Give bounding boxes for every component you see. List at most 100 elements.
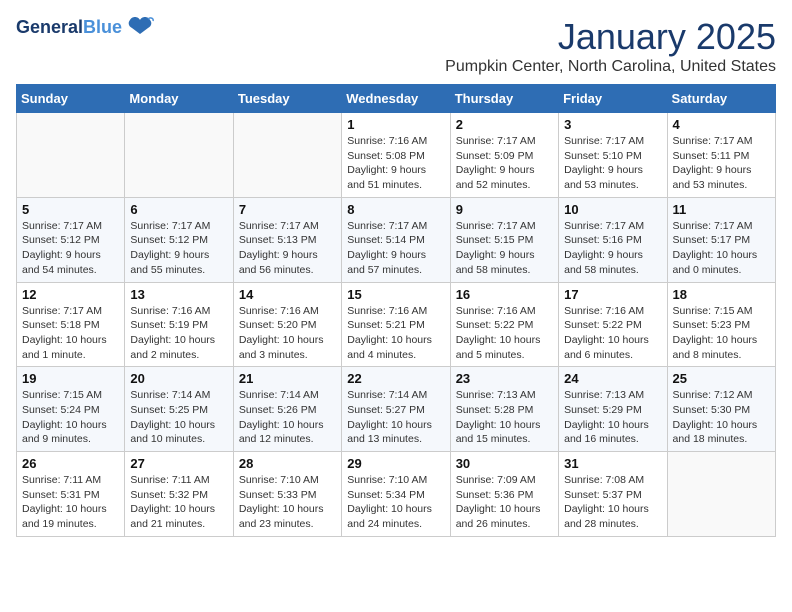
day-number: 19	[22, 371, 119, 386]
day-number: 1	[347, 117, 444, 132]
calendar-week-3: 12Sunrise: 7:17 AM Sunset: 5:18 PM Dayli…	[17, 282, 776, 367]
calendar-cell	[125, 113, 233, 198]
day-number: 27	[130, 456, 227, 471]
day-info: Sunrise: 7:16 AM Sunset: 5:22 PM Dayligh…	[456, 304, 553, 363]
calendar-body: 1 Sunrise: 7:16 AM Sunset: 5:08 PM Daylig…	[17, 113, 776, 537]
calendar-header: SundayMondayTuesdayWednesdayThursdayFrid…	[17, 85, 776, 113]
calendar-cell: 7Sunrise: 7:17 AM Sunset: 5:13 PM Daylig…	[233, 197, 341, 282]
day-info: Sunrise: 7:17 AM Sunset: 5:11 PM Dayligh…	[673, 134, 770, 193]
calendar-cell: 12Sunrise: 7:17 AM Sunset: 5:18 PM Dayli…	[17, 282, 125, 367]
day-info: Sunrise: 7:10 AM Sunset: 5:33 PM Dayligh…	[239, 473, 336, 532]
calendar-title: January 2025	[445, 16, 776, 58]
day-number: 20	[130, 371, 227, 386]
calendar-cell: 27 Sunrise: 7:11 AM Sunset: 5:32 PM Dayli…	[125, 452, 233, 537]
day-info: Sunrise: 7:16 AM Sunset: 5:19 PM Dayligh…	[130, 304, 227, 363]
weekday-header-tuesday: Tuesday	[233, 85, 341, 113]
day-info: Sunrise: 7:11 AM Sunset: 5:31 PM Dayligh…	[22, 473, 119, 532]
calendar-cell: 5 Sunrise: 7:17 AM Sunset: 5:12 PM Daylig…	[17, 197, 125, 282]
calendar-cell: 8 Sunrise: 7:17 AM Sunset: 5:14 PM Daylig…	[342, 197, 450, 282]
day-info: Sunrise: 7:11 AM Sunset: 5:32 PM Dayligh…	[130, 473, 227, 532]
day-number: 2	[456, 117, 553, 132]
calendar-cell: 28Sunrise: 7:10 AM Sunset: 5:33 PM Dayli…	[233, 452, 341, 537]
day-info: Sunrise: 7:16 AM Sunset: 5:08 PM Dayligh…	[347, 134, 444, 193]
day-info: Sunrise: 7:17 AM Sunset: 5:09 PM Dayligh…	[456, 134, 553, 193]
day-number: 13	[130, 287, 227, 302]
calendar-week-1: 1 Sunrise: 7:16 AM Sunset: 5:08 PM Daylig…	[17, 113, 776, 198]
logo-bird-icon	[126, 16, 154, 38]
calendar-cell: 2 Sunrise: 7:17 AM Sunset: 5:09 PM Daylig…	[450, 113, 558, 198]
day-info: Sunrise: 7:15 AM Sunset: 5:23 PM Dayligh…	[673, 304, 770, 363]
weekday-header-sunday: Sunday	[17, 85, 125, 113]
day-info: Sunrise: 7:15 AM Sunset: 5:24 PM Dayligh…	[22, 388, 119, 447]
day-number: 31	[564, 456, 661, 471]
day-info: Sunrise: 7:09 AM Sunset: 5:36 PM Dayligh…	[456, 473, 553, 532]
weekday-header-row: SundayMondayTuesdayWednesdayThursdayFrid…	[17, 85, 776, 113]
day-number: 6	[130, 202, 227, 217]
weekday-header-friday: Friday	[559, 85, 667, 113]
day-info: Sunrise: 7:13 AM Sunset: 5:28 PM Dayligh…	[456, 388, 553, 447]
calendar-table: SundayMondayTuesdayWednesdayThursdayFrid…	[16, 84, 776, 537]
day-info: Sunrise: 7:17 AM Sunset: 5:14 PM Dayligh…	[347, 219, 444, 278]
day-number: 5	[22, 202, 119, 217]
calendar-cell: 11 Sunrise: 7:17 AM Sunset: 5:17 PM Dayli…	[667, 197, 775, 282]
day-number: 26	[22, 456, 119, 471]
calendar-cell: 23Sunrise: 7:13 AM Sunset: 5:28 PM Dayli…	[450, 367, 558, 452]
day-number: 3	[564, 117, 661, 132]
logo: GeneralBlue	[16, 16, 154, 38]
calendar-cell: 29 Sunrise: 7:10 AM Sunset: 5:34 PM Dayli…	[342, 452, 450, 537]
calendar-cell: 20Sunrise: 7:14 AM Sunset: 5:25 PM Dayli…	[125, 367, 233, 452]
calendar-week-4: 19 Sunrise: 7:15 AM Sunset: 5:24 PM Dayli…	[17, 367, 776, 452]
day-number: 25	[673, 371, 770, 386]
day-number: 15	[347, 287, 444, 302]
calendar-cell: 15 Sunrise: 7:16 AM Sunset: 5:21 PM Dayli…	[342, 282, 450, 367]
calendar-subtitle: Pumpkin Center, North Carolina, United S…	[445, 58, 776, 76]
day-info: Sunrise: 7:16 AM Sunset: 5:21 PM Dayligh…	[347, 304, 444, 363]
day-info: Sunrise: 7:10 AM Sunset: 5:34 PM Dayligh…	[347, 473, 444, 532]
day-number: 14	[239, 287, 336, 302]
day-number: 18	[673, 287, 770, 302]
day-info: Sunrise: 7:17 AM Sunset: 5:12 PM Dayligh…	[130, 219, 227, 278]
day-number: 21	[239, 371, 336, 386]
day-number: 29	[347, 456, 444, 471]
day-number: 10	[564, 202, 661, 217]
calendar-cell: 4Sunrise: 7:17 AM Sunset: 5:11 PM Daylig…	[667, 113, 775, 198]
calendar-cell: 19 Sunrise: 7:15 AM Sunset: 5:24 PM Dayli…	[17, 367, 125, 452]
calendar-cell: 14Sunrise: 7:16 AM Sunset: 5:20 PM Dayli…	[233, 282, 341, 367]
calendar-cell: 26 Sunrise: 7:11 AM Sunset: 5:31 PM Dayli…	[17, 452, 125, 537]
day-info: Sunrise: 7:17 AM Sunset: 5:15 PM Dayligh…	[456, 219, 553, 278]
calendar-cell: 22Sunrise: 7:14 AM Sunset: 5:27 PM Dayli…	[342, 367, 450, 452]
day-number: 11	[673, 202, 770, 217]
day-number: 8	[347, 202, 444, 217]
day-info: Sunrise: 7:17 AM Sunset: 5:12 PM Dayligh…	[22, 219, 119, 278]
day-number: 17	[564, 287, 661, 302]
day-number: 16	[456, 287, 553, 302]
page-header: GeneralBlue January 2025 Pumpkin Center,…	[16, 16, 776, 76]
calendar-cell: 21 Sunrise: 7:14 AM Sunset: 5:26 PM Dayli…	[233, 367, 341, 452]
calendar-week-5: 26 Sunrise: 7:11 AM Sunset: 5:31 PM Dayli…	[17, 452, 776, 537]
day-info: Sunrise: 7:17 AM Sunset: 5:16 PM Dayligh…	[564, 219, 661, 278]
calendar-cell: 17Sunrise: 7:16 AM Sunset: 5:22 PM Dayli…	[559, 282, 667, 367]
day-info: Sunrise: 7:17 AM Sunset: 5:17 PM Dayligh…	[673, 219, 770, 278]
calendar-week-2: 5 Sunrise: 7:17 AM Sunset: 5:12 PM Daylig…	[17, 197, 776, 282]
day-number: 30	[456, 456, 553, 471]
calendar-cell: 18 Sunrise: 7:15 AM Sunset: 5:23 PM Dayli…	[667, 282, 775, 367]
day-info: Sunrise: 7:17 AM Sunset: 5:10 PM Dayligh…	[564, 134, 661, 193]
day-info: Sunrise: 7:14 AM Sunset: 5:26 PM Dayligh…	[239, 388, 336, 447]
calendar-cell: 3 Sunrise: 7:17 AM Sunset: 5:10 PM Daylig…	[559, 113, 667, 198]
day-info: Sunrise: 7:13 AM Sunset: 5:29 PM Dayligh…	[564, 388, 661, 447]
calendar-cell: 10 Sunrise: 7:17 AM Sunset: 5:16 PM Dayli…	[559, 197, 667, 282]
calendar-cell: 16 Sunrise: 7:16 AM Sunset: 5:22 PM Dayli…	[450, 282, 558, 367]
calendar-cell: 6 Sunrise: 7:17 AM Sunset: 5:12 PM Daylig…	[125, 197, 233, 282]
day-number: 24	[564, 371, 661, 386]
calendar-cell: 9 Sunrise: 7:17 AM Sunset: 5:15 PM Daylig…	[450, 197, 558, 282]
calendar-cell: 31 Sunrise: 7:08 AM Sunset: 5:37 PM Dayli…	[559, 452, 667, 537]
weekday-header-wednesday: Wednesday	[342, 85, 450, 113]
day-info: Sunrise: 7:08 AM Sunset: 5:37 PM Dayligh…	[564, 473, 661, 532]
day-number: 9	[456, 202, 553, 217]
calendar-cell	[17, 113, 125, 198]
calendar-cell: 30 Sunrise: 7:09 AM Sunset: 5:36 PM Dayli…	[450, 452, 558, 537]
calendar-cell: 25 Sunrise: 7:12 AM Sunset: 5:30 PM Dayli…	[667, 367, 775, 452]
calendar-cell	[667, 452, 775, 537]
day-info: Sunrise: 7:12 AM Sunset: 5:30 PM Dayligh…	[673, 388, 770, 447]
calendar-cell: 1 Sunrise: 7:16 AM Sunset: 5:08 PM Daylig…	[342, 113, 450, 198]
